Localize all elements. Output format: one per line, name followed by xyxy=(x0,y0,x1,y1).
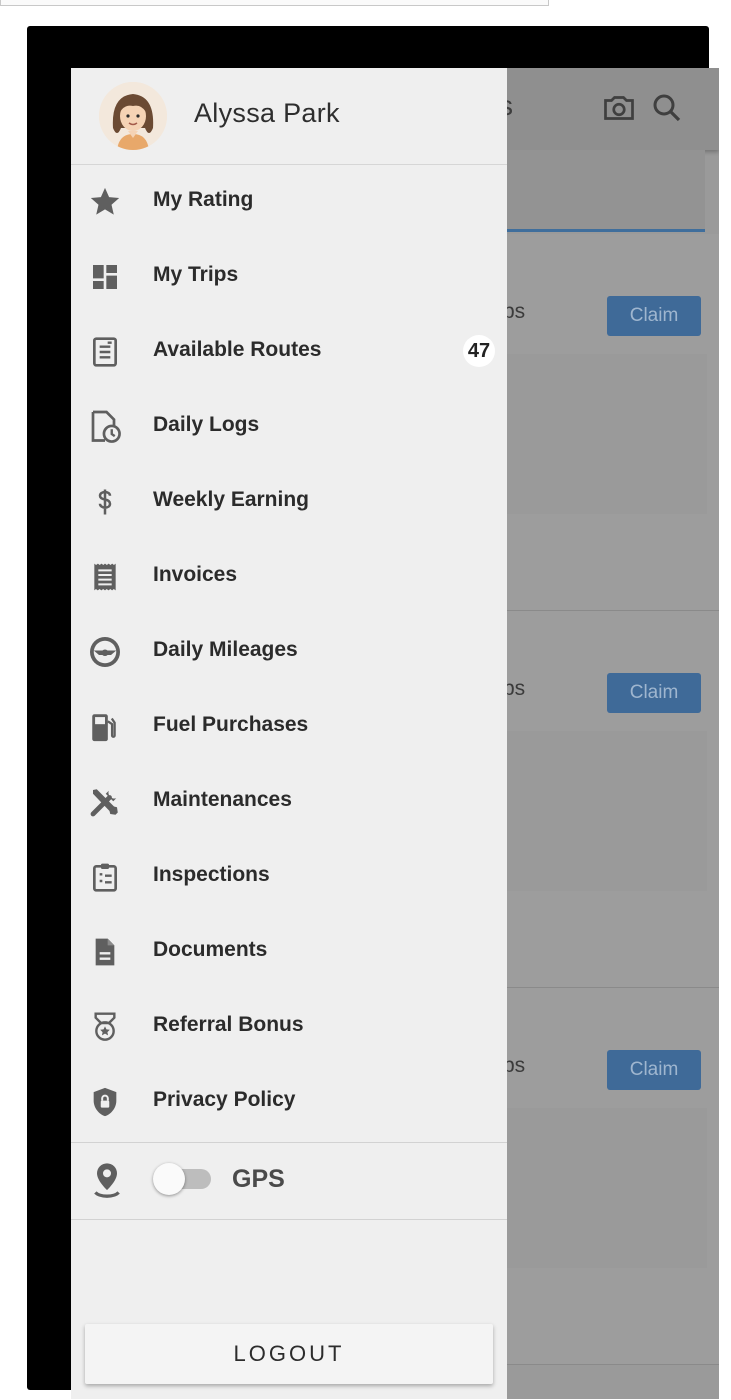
steering-wheel-icon xyxy=(85,634,125,670)
menu-item-label: Daily Logs xyxy=(153,413,260,436)
menu-item-daily-mileages[interactable]: Daily Mileages xyxy=(71,614,507,689)
menu-item-privacy-policy[interactable]: Privacy Policy xyxy=(71,1064,507,1139)
tab-indicator xyxy=(507,229,705,232)
menu-item-label: Maintenances xyxy=(153,788,292,811)
gps-label: GPS xyxy=(232,1165,285,1193)
menu-item-label: Fuel Purchases xyxy=(153,713,309,736)
camera-icon[interactable] xyxy=(601,90,637,131)
tools-icon xyxy=(85,784,125,820)
menu-item-label: My Rating xyxy=(153,188,254,211)
drawer-header[interactable]: Alyssa Park xyxy=(71,68,507,165)
log-clock-icon xyxy=(85,409,125,445)
phone-screen: s bs Claim bs Claim bs Claim xyxy=(71,68,719,1399)
menu-item-fuel-purchases[interactable]: Fuel Purchases xyxy=(71,689,507,764)
menu-item-available-routes[interactable]: Available Routes 47 xyxy=(71,314,507,389)
dollar-icon xyxy=(85,484,125,520)
card-body xyxy=(507,1108,707,1268)
logout-button[interactable]: LOGOUT xyxy=(85,1324,493,1384)
gps-toggle-knob[interactable] xyxy=(153,1163,185,1195)
list-icon xyxy=(85,334,125,370)
dashboard-icon xyxy=(85,259,125,295)
menu-item-maintenances[interactable]: Maintenances xyxy=(71,764,507,839)
gps-row: GPS xyxy=(71,1142,507,1220)
menu-item-label: Invoices xyxy=(153,563,238,586)
menu-item-my-rating[interactable]: My Rating xyxy=(71,164,507,239)
shield-lock-icon xyxy=(85,1084,125,1120)
location-pin-icon xyxy=(87,1159,127,1201)
card-body xyxy=(507,354,707,514)
menu-item-documents[interactable]: Documents xyxy=(71,914,507,989)
menu-item-label: Referral Bonus xyxy=(153,1013,304,1036)
document-icon xyxy=(85,934,125,970)
menu-item-label: Documents xyxy=(153,938,268,961)
menu-item-referral-bonus[interactable]: Referral Bonus xyxy=(71,989,507,1064)
claim-button[interactable]: Claim xyxy=(607,296,701,336)
menu-item-label: Privacy Policy xyxy=(153,1088,296,1111)
user-name: Alyssa Park xyxy=(194,98,340,128)
window-top-edge xyxy=(0,0,549,6)
claim-button[interactable]: Claim xyxy=(607,673,701,713)
menu-item-my-trips[interactable]: My Trips xyxy=(71,239,507,314)
fuel-pump-icon xyxy=(85,709,125,745)
menu-item-label: Weekly Earning xyxy=(153,488,310,511)
menu-item-invoices[interactable]: Invoices xyxy=(71,539,507,614)
card-body xyxy=(507,731,707,891)
menu-item-weekly-earning[interactable]: Weekly Earning xyxy=(71,464,507,539)
menu-item-daily-logs[interactable]: Daily Logs xyxy=(71,389,507,464)
medal-icon xyxy=(85,1009,125,1045)
phone-frame: s bs Claim bs Claim bs Claim xyxy=(27,26,719,1399)
star-icon xyxy=(85,184,125,220)
menu-item-inspections[interactable]: Inspections xyxy=(71,839,507,914)
receipt-icon xyxy=(85,559,125,595)
menu-item-label: Inspections xyxy=(153,863,270,886)
menu-item-label: My Trips xyxy=(153,263,239,286)
search-icon[interactable] xyxy=(649,90,685,131)
avatar[interactable] xyxy=(99,82,167,150)
claim-button[interactable]: Claim xyxy=(607,1050,701,1090)
menu-item-label: Daily Mileages xyxy=(153,638,298,661)
clipboard-icon xyxy=(85,859,125,895)
routes-count-badge: 47 xyxy=(463,335,495,367)
drawer-menu: My Rating My Trips Available Routes 47 D… xyxy=(71,164,507,1139)
menu-item-label: Available Routes xyxy=(153,338,322,361)
navigation-drawer: Alyssa Park My Rating My Trips Available… xyxy=(71,68,507,1399)
